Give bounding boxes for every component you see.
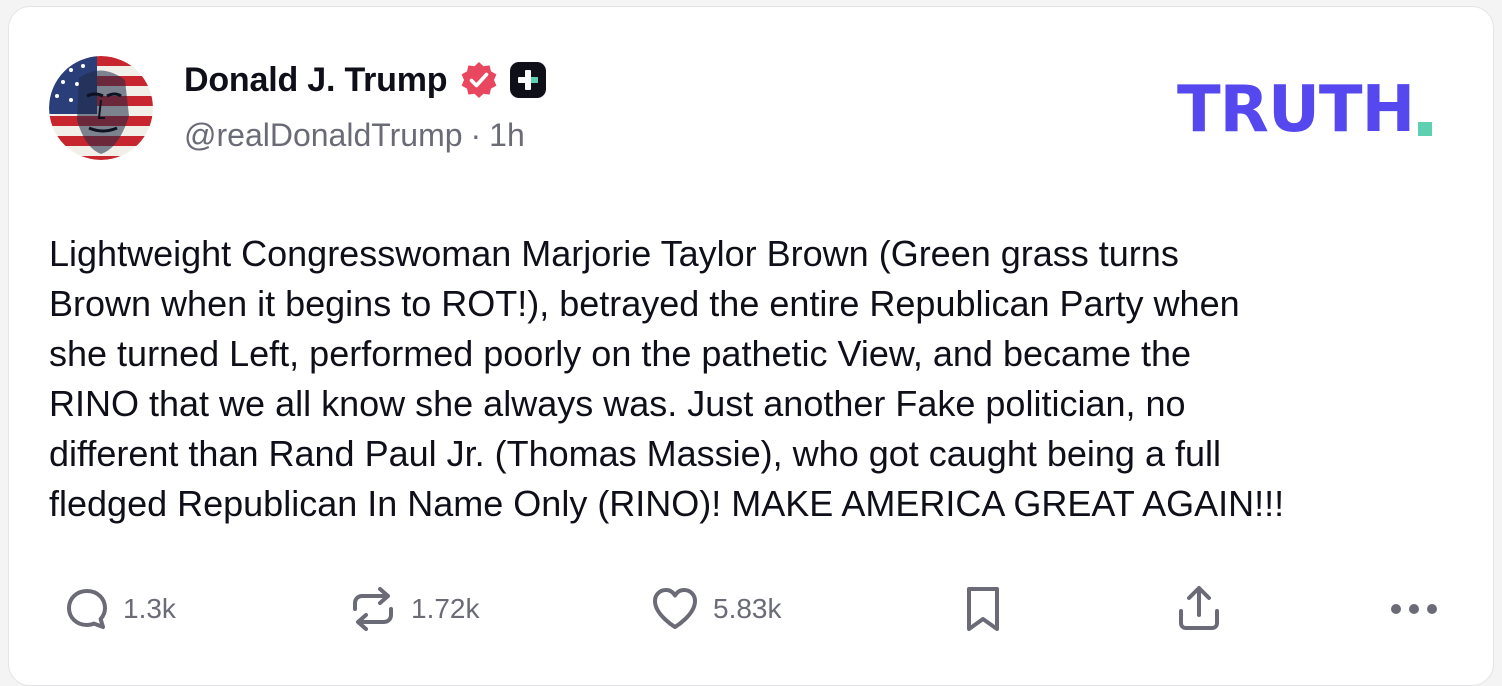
verified-badge-icon <box>459 60 499 100</box>
truth-logo-dot <box>1418 122 1433 136</box>
share-button[interactable] <box>1173 579 1225 639</box>
post-actions-bar: 1.3k 1.72k 5.83k <box>9 579 1493 639</box>
retruth-icon <box>347 583 399 635</box>
reply-button[interactable]: 1.3k <box>63 579 176 639</box>
plus-badge-icon <box>509 61 547 99</box>
reply-count: 1.3k <box>123 593 176 624</box>
post-text: Lightweight Congresswoman Marjorie Taylo… <box>49 229 1459 529</box>
avatar[interactable] <box>49 56 153 160</box>
heart-icon <box>649 583 701 635</box>
truth-logo: TRUTH <box>1177 73 1457 147</box>
post-text-line: RINO that we all know she always was. Ju… <box>49 383 1186 424</box>
bookmark-icon <box>961 583 1005 635</box>
retruth-button[interactable]: 1.72k <box>347 579 480 639</box>
author-display-name[interactable]: Donald J. Trump <box>184 61 448 100</box>
author-handle[interactable]: @realDonaldTrump <box>184 117 463 153</box>
more-options-button[interactable] <box>1389 579 1439 639</box>
like-button[interactable]: 5.83k <box>649 579 782 639</box>
post-text-line: Brown when it begins to ROT!), betrayed … <box>49 283 1240 324</box>
avatar-flag-portrait <box>49 56 153 160</box>
truth-logo-wordmark: TRUTH <box>1177 73 1415 147</box>
meta-separator: · <box>470 117 482 153</box>
bookmark-button[interactable] <box>961 579 1005 639</box>
post-text-line: different than Rand Paul Jr. (Thomas Mas… <box>49 433 1221 474</box>
post-timestamp[interactable]: 1h <box>489 117 525 153</box>
author-meta: @realDonaldTrump · 1h <box>184 117 525 154</box>
post-text-line: fledged Republican In Name Only (RINO)! … <box>49 483 1285 524</box>
more-icon <box>1389 599 1439 619</box>
truth-post-card: Donald J. Trump @realDonaldTrump · 1h TRUT… <box>8 6 1494 686</box>
post-text-line: she turned Left, performed poorly on the… <box>49 333 1192 374</box>
share-icon <box>1173 583 1225 635</box>
post-text-line: Lightweight Congresswoman Marjorie Taylo… <box>49 233 1179 274</box>
author-name-row: Donald J. Trump <box>184 57 547 103</box>
retruth-count: 1.72k <box>411 593 480 624</box>
reply-icon <box>63 585 111 633</box>
like-count: 5.83k <box>713 593 782 624</box>
